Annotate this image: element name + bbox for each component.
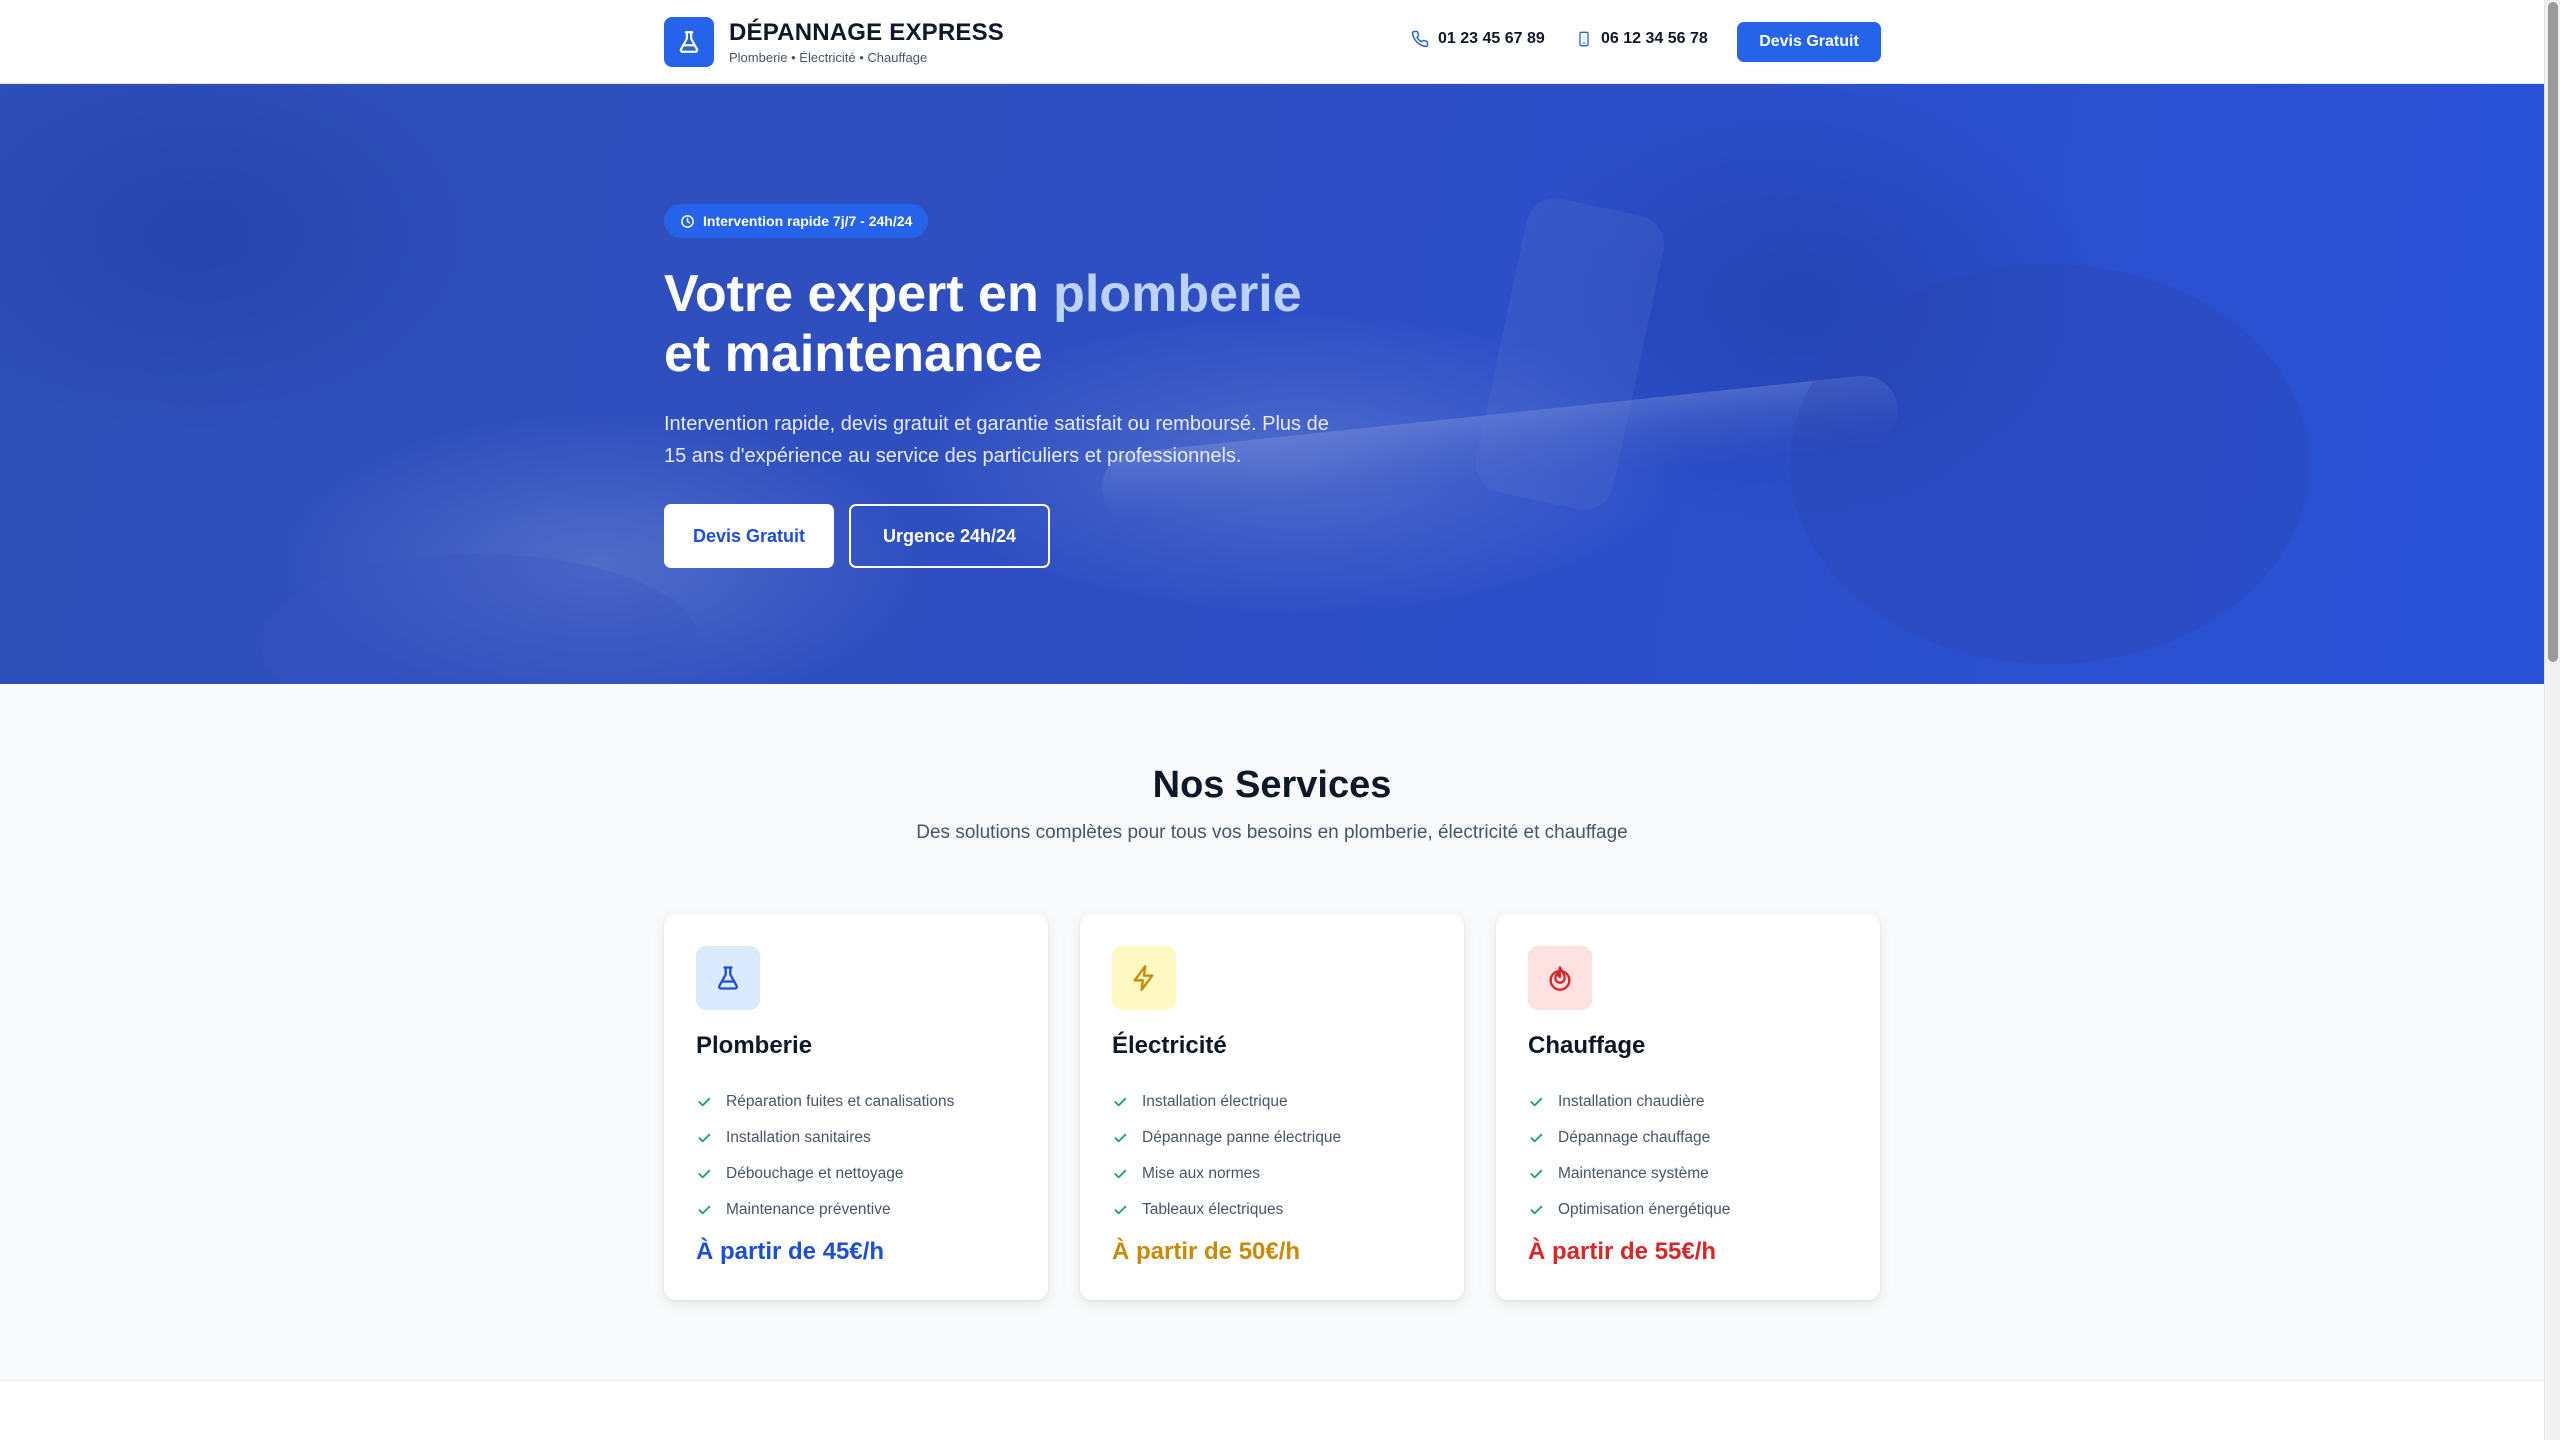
feature-text: Installation chaudière <box>1558 1093 1705 1110</box>
check-icon <box>1114 1205 1127 1215</box>
feature-text: Dépannage chauffage <box>1558 1129 1711 1146</box>
services-title: Nos Services <box>1152 764 1392 806</box>
list-item: Tableaux électriques <box>1112 1192 1341 1228</box>
check-icon <box>1530 1133 1543 1143</box>
list-item: Installation électrique <box>1112 1084 1341 1120</box>
service-card-plomberie[interactable]: Plomberie Réparation fuites et canalisat… <box>664 914 1048 1300</box>
service-feature-list: Installation électrique Dépannage panne … <box>1112 1084 1341 1228</box>
check-icon <box>698 1097 711 1107</box>
hero-title-part1: Votre expert en <box>664 265 1054 323</box>
hero-emergency-button[interactable]: Urgence 24h/24 <box>849 504 1050 568</box>
list-item: Maintenance préventive <box>696 1192 954 1228</box>
check-icon <box>698 1169 711 1179</box>
services-section: Nos Services Des solutions complètes pou… <box>0 684 2544 1380</box>
phone-mobile-link[interactable]: 06 12 34 56 78 <box>1576 30 1708 48</box>
flame-icon <box>1549 966 1571 991</box>
brand-subtitle: Plomberie • Électricité • Chauffage <box>729 50 928 65</box>
hero-title-accent: plomberie <box>1053 265 1302 323</box>
list-item: Réparation fuites et canalisations <box>696 1084 954 1120</box>
service-icon-box <box>1528 946 1592 1010</box>
phone-mobile-text: 06 12 34 56 78 <box>1601 30 1708 47</box>
feature-text: Tableaux électriques <box>1142 1201 1284 1218</box>
hero-title-part2: et maintenance <box>664 325 1043 383</box>
feature-text: Mise aux normes <box>1142 1165 1261 1182</box>
site-header: DÉPANNAGE EXPRESS Plomberie • Électricit… <box>0 0 2544 84</box>
service-feature-list: Installation chaudière Dépannage chauffa… <box>1528 1084 1730 1228</box>
hero-description: Intervention rapide, devis gratuit et ga… <box>664 413 1329 467</box>
hero-background-image <box>0 84 2310 684</box>
service-price: À partir de 55€/h <box>1528 1238 1717 1265</box>
feature-text: Maintenance préventive <box>726 1201 891 1218</box>
check-icon <box>1530 1097 1543 1107</box>
page-scrollbar[interactable] <box>2544 0 2560 1440</box>
service-title: Électricité <box>1112 1032 1227 1059</box>
check-icon <box>698 1205 711 1215</box>
service-feature-list: Réparation fuites et canalisations Insta… <box>696 1084 954 1228</box>
feature-text: Débouchage et nettoyage <box>726 1165 904 1182</box>
scrollbar-thumb[interactable] <box>2548 2 2558 662</box>
check-icon <box>1114 1169 1127 1179</box>
check-icon <box>1114 1097 1127 1107</box>
check-icon <box>1530 1169 1543 1179</box>
service-title: Chauffage <box>1528 1032 1646 1059</box>
check-icon <box>1114 1133 1127 1143</box>
check-icon <box>1530 1205 1543 1215</box>
flask-icon <box>718 966 738 990</box>
service-price: À partir de 50€/h <box>1112 1238 1301 1265</box>
services-subtitle: Des solutions complètes pour tous vos be… <box>916 822 1628 843</box>
phone-landline-text: 01 23 45 67 89 <box>1438 30 1545 47</box>
lightning-icon <box>1133 965 1154 991</box>
service-icon-box <box>696 946 760 1010</box>
feature-text: Réparation fuites et canalisations <box>726 1093 955 1110</box>
flask-icon <box>679 31 699 53</box>
list-item: Maintenance système <box>1528 1156 1730 1192</box>
hero-badge: Intervention rapide 7j/7 - 24h/24 <box>664 204 929 238</box>
list-item: Débouchage et nettoyage <box>696 1156 954 1192</box>
hero-quote-button[interactable]: Devis Gratuit <box>664 504 834 568</box>
smartphone-icon <box>1579 31 1589 47</box>
service-price: À partir de 45€/h <box>696 1238 885 1265</box>
next-section <box>0 1380 2544 1440</box>
brand-title[interactable]: DÉPANNAGE EXPRESS <box>729 19 1004 47</box>
feature-text: Optimisation énergétique <box>1558 1201 1731 1218</box>
list-item: Mise aux normes <box>1112 1156 1341 1192</box>
feature-text: Dépannage panne électrique <box>1142 1129 1342 1146</box>
list-item: Installation chaudière <box>1528 1084 1730 1120</box>
logo[interactable] <box>664 17 714 67</box>
hero-badge-text: Intervention rapide 7j/7 - 24h/24 <box>703 213 913 229</box>
phone-landline-link[interactable]: 01 23 45 67 89 <box>1411 30 1545 48</box>
service-card-chauffage[interactable]: Chauffage Installation chaudière Dépanna… <box>1496 914 1880 1300</box>
list-item: Installation sanitaires <box>696 1120 954 1156</box>
clock-icon <box>681 214 694 228</box>
page: DÉPANNAGE EXPRESS Plomberie • Électricit… <box>0 0 2544 1440</box>
list-item: Dépannage panne électrique <box>1112 1120 1341 1156</box>
list-item: Dépannage chauffage <box>1528 1120 1730 1156</box>
phone-icon <box>1411 30 1429 48</box>
feature-text: Installation sanitaires <box>726 1129 871 1146</box>
feature-text: Maintenance système <box>1558 1165 1709 1182</box>
list-item: Optimisation énergétique <box>1528 1192 1730 1228</box>
check-icon <box>698 1133 711 1143</box>
service-title: Plomberie <box>696 1032 813 1059</box>
hero-section: Intervention rapide 7j/7 - 24h/24 Votre … <box>0 84 2544 684</box>
header-quote-button[interactable]: Devis Gratuit <box>1737 22 1881 62</box>
hero-title: Votre expert en plomberie et maintenance <box>664 264 1464 384</box>
feature-text: Installation électrique <box>1142 1093 1288 1110</box>
service-card-electricite[interactable]: Électricité Installation électrique Dépa… <box>1080 914 1464 1300</box>
service-icon-box <box>1112 946 1176 1010</box>
